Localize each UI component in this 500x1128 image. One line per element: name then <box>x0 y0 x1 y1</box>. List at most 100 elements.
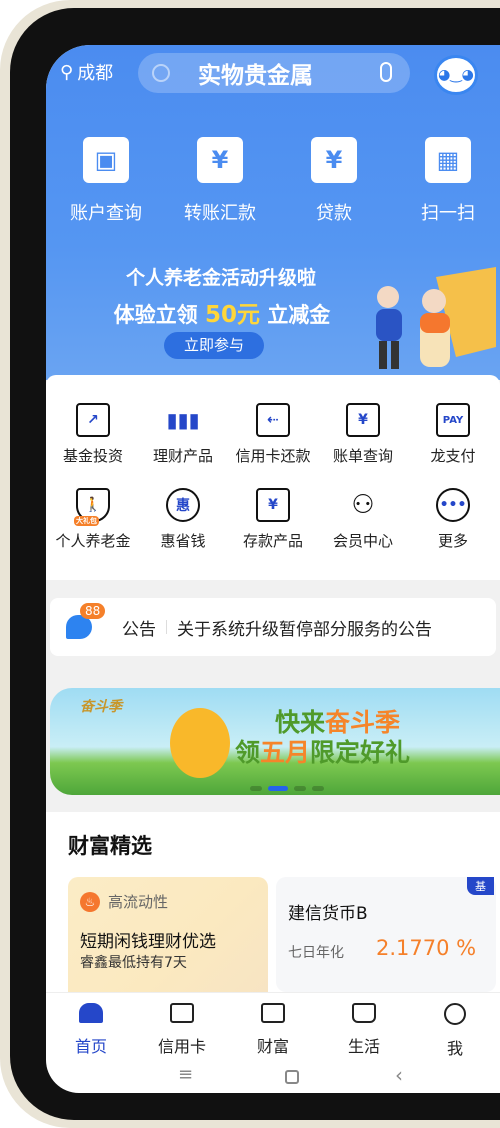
announcement-bar[interactable]: 88 公告 关于系统升级暂停部分服务的公告 <box>50 598 496 656</box>
home-square-icon[interactable] <box>285 1070 299 1084</box>
service-bill-query[interactable]: ¥ 账单查询 <box>318 403 408 466</box>
service-pension[interactable]: 🚶 大礼包个人养老金 <box>48 488 138 551</box>
scan-icon: ▦ <box>425 137 471 183</box>
nav-home[interactable]: 首页 <box>46 1003 136 1057</box>
quick-scan[interactable]: ▦ 扫一扫 <box>398 137 498 225</box>
discount-bag-icon: 惠 <box>166 488 200 522</box>
cup-icon <box>352 1003 376 1023</box>
header: ⚲ 成都 实物贵金属 ◕‿◕ ▣ 账户查询 ¥ 转账汇款 ¥ 贷款 ▦ 扫一扫 个人养老金… <box>46 45 500 380</box>
nav-wealth[interactable]: 财富 <box>228 1003 318 1057</box>
bar-chart-icon: ▮▮▮ <box>166 408 200 432</box>
back-icon[interactable]: ‹ <box>395 1063 403 1087</box>
carousel-dot-active[interactable] <box>268 786 288 791</box>
service-label: 龙支付 <box>430 447 476 465</box>
product-card-fund[interactable]: 基 建信货币B 七日年化 2.1770 % <box>276 877 496 992</box>
fund-corner-tag: 基 <box>467 877 494 895</box>
nav-credit-card[interactable]: 信用卡 <box>137 1003 227 1057</box>
location-selector[interactable]: ⚲ 成都 <box>60 59 113 85</box>
deposit-icon: ¥ <box>256 488 290 522</box>
nav-label: 首页 <box>74 1037 107 1056</box>
service-card-repay[interactable]: ⇠ 信用卡还款 <box>228 403 318 466</box>
fire-icon: ♨ <box>80 891 100 912</box>
service-label: 惠省钱 <box>160 532 206 550</box>
service-deposit[interactable]: ¥ 存款产品 <box>228 488 318 551</box>
more-icon: ••• <box>436 488 470 522</box>
service-fund[interactable]: ↗ 基金投资 <box>48 403 138 466</box>
gift-badge: 大礼包 <box>74 516 99 526</box>
search-text: 实物贵金属 <box>198 63 313 89</box>
quick-label: 转账汇款 <box>184 203 256 224</box>
chart-trend-icon: ↗ <box>76 403 110 437</box>
carousel-dot[interactable] <box>294 786 306 791</box>
service-label: 理财产品 <box>152 447 213 465</box>
member-icon: ⚇ <box>351 490 375 520</box>
card-tag: 高流动性 <box>108 893 169 911</box>
quick-transfer[interactable]: ¥ 转账汇款 <box>170 137 270 225</box>
location-label: 成都 <box>77 63 114 84</box>
service-save-money[interactable]: 惠惠省钱 <box>138 488 228 551</box>
microphone-icon[interactable] <box>380 62 392 82</box>
service-more[interactable]: ••• 更多 <box>408 488 498 551</box>
rate-value: 2.1770 % <box>376 936 477 960</box>
unread-badge: 88 <box>80 603 106 619</box>
assistant-avatar[interactable]: ◕‿◕ <box>434 55 478 95</box>
banner-text: 五月 <box>260 738 311 767</box>
nav-label: 生活 <box>347 1037 380 1056</box>
transfer-icon: ¥ <box>197 137 243 183</box>
rate-label: 七日年化 <box>288 945 344 961</box>
service-label: 基金投资 <box>62 447 123 465</box>
message-bubble-icon: 88 <box>66 603 106 639</box>
service-label: 账单查询 <box>332 447 393 465</box>
mascot-illustration <box>170 708 230 778</box>
service-label: 存款产品 <box>242 532 303 550</box>
quick-label: 贷款 <box>316 203 352 224</box>
banner-text: 领 <box>235 738 261 767</box>
card-subtitle: 睿鑫最低持有7天 <box>80 955 187 971</box>
product-card-liquidity[interactable]: ♨ 高流动性 短期闲钱理财优选 睿鑫最低持有7天 <box>68 877 268 992</box>
promo-suffix: 立减金 <box>267 303 331 327</box>
service-wealth-products[interactable]: ▮▮▮ 理财产品 <box>138 403 228 466</box>
quick-loan[interactable]: ¥ 贷款 <box>284 137 384 225</box>
nav-label: 我 <box>446 1039 463 1058</box>
service-label: 信用卡还款 <box>235 447 311 465</box>
carousel-dot[interactable] <box>312 786 324 791</box>
service-long-pay[interactable]: PAY 龙支付 <box>408 403 498 466</box>
bill-icon: ¥ <box>346 403 380 437</box>
service-member-center[interactable]: ⚇ 会员中心 <box>318 488 408 551</box>
nav-label: 财富 <box>256 1037 289 1056</box>
promo-amount: 50元 <box>204 302 260 328</box>
fund-name: 建信货币B <box>288 904 368 924</box>
wallet-icon <box>261 1003 285 1023</box>
card-repay-icon: ⇠ <box>256 403 290 437</box>
nav-label: 信用卡 <box>157 1037 206 1056</box>
promo-title: 个人养老金活动升级啦 <box>125 267 316 289</box>
search-bar[interactable]: 实物贵金属 <box>138 53 410 93</box>
join-now-button[interactable]: 立即参与 <box>164 332 264 359</box>
section-title: 财富精选 <box>68 834 152 858</box>
pension-shield-icon: 🚶 大礼包 <box>74 488 110 526</box>
carousel-dots[interactable] <box>250 786 324 791</box>
notice-text: 关于系统升级暂停部分服务的公告 <box>177 619 432 640</box>
menu-icon[interactable]: ≡ <box>178 1064 193 1085</box>
quick-label: 账户查询 <box>70 203 142 224</box>
bottom-navigation: 首页 信用卡 财富 生活 我 <box>46 992 500 1060</box>
elderly-couple-illustration <box>376 267 496 369</box>
service-label: 个人养老金 <box>55 532 131 550</box>
search-icon <box>152 64 170 82</box>
credit-card-icon <box>170 1003 194 1023</box>
banner-text: 限定好礼 <box>310 738 411 767</box>
carousel-dot[interactable] <box>250 786 262 791</box>
app-screen: ⚲ 成都 实物贵金属 ◕‿◕ ▣ 账户查询 ¥ 转账汇款 ¥ 贷款 ▦ 扫一扫 个人养老金… <box>46 45 500 1093</box>
quick-account-query[interactable]: ▣ 账户查询 <box>56 137 156 225</box>
nav-life[interactable]: 生活 <box>319 1003 409 1057</box>
promo-prefix: 体验立领 <box>113 303 198 327</box>
quick-label: 扫一扫 <box>421 203 475 224</box>
location-pin-icon: ⚲ <box>60 61 74 83</box>
nav-me[interactable]: 我 <box>410 1003 500 1059</box>
wallet-icon: ▣ <box>83 137 129 183</box>
notice-label: 公告 <box>122 619 156 640</box>
promo-carousel[interactable]: 奋斗季 快来奋斗季 领五月限定好礼 <box>50 688 500 795</box>
banner-logo: 奋斗季 <box>80 699 122 715</box>
system-nav-bar: ≡ ‹ <box>46 1060 500 1093</box>
home-icon <box>79 1003 103 1023</box>
